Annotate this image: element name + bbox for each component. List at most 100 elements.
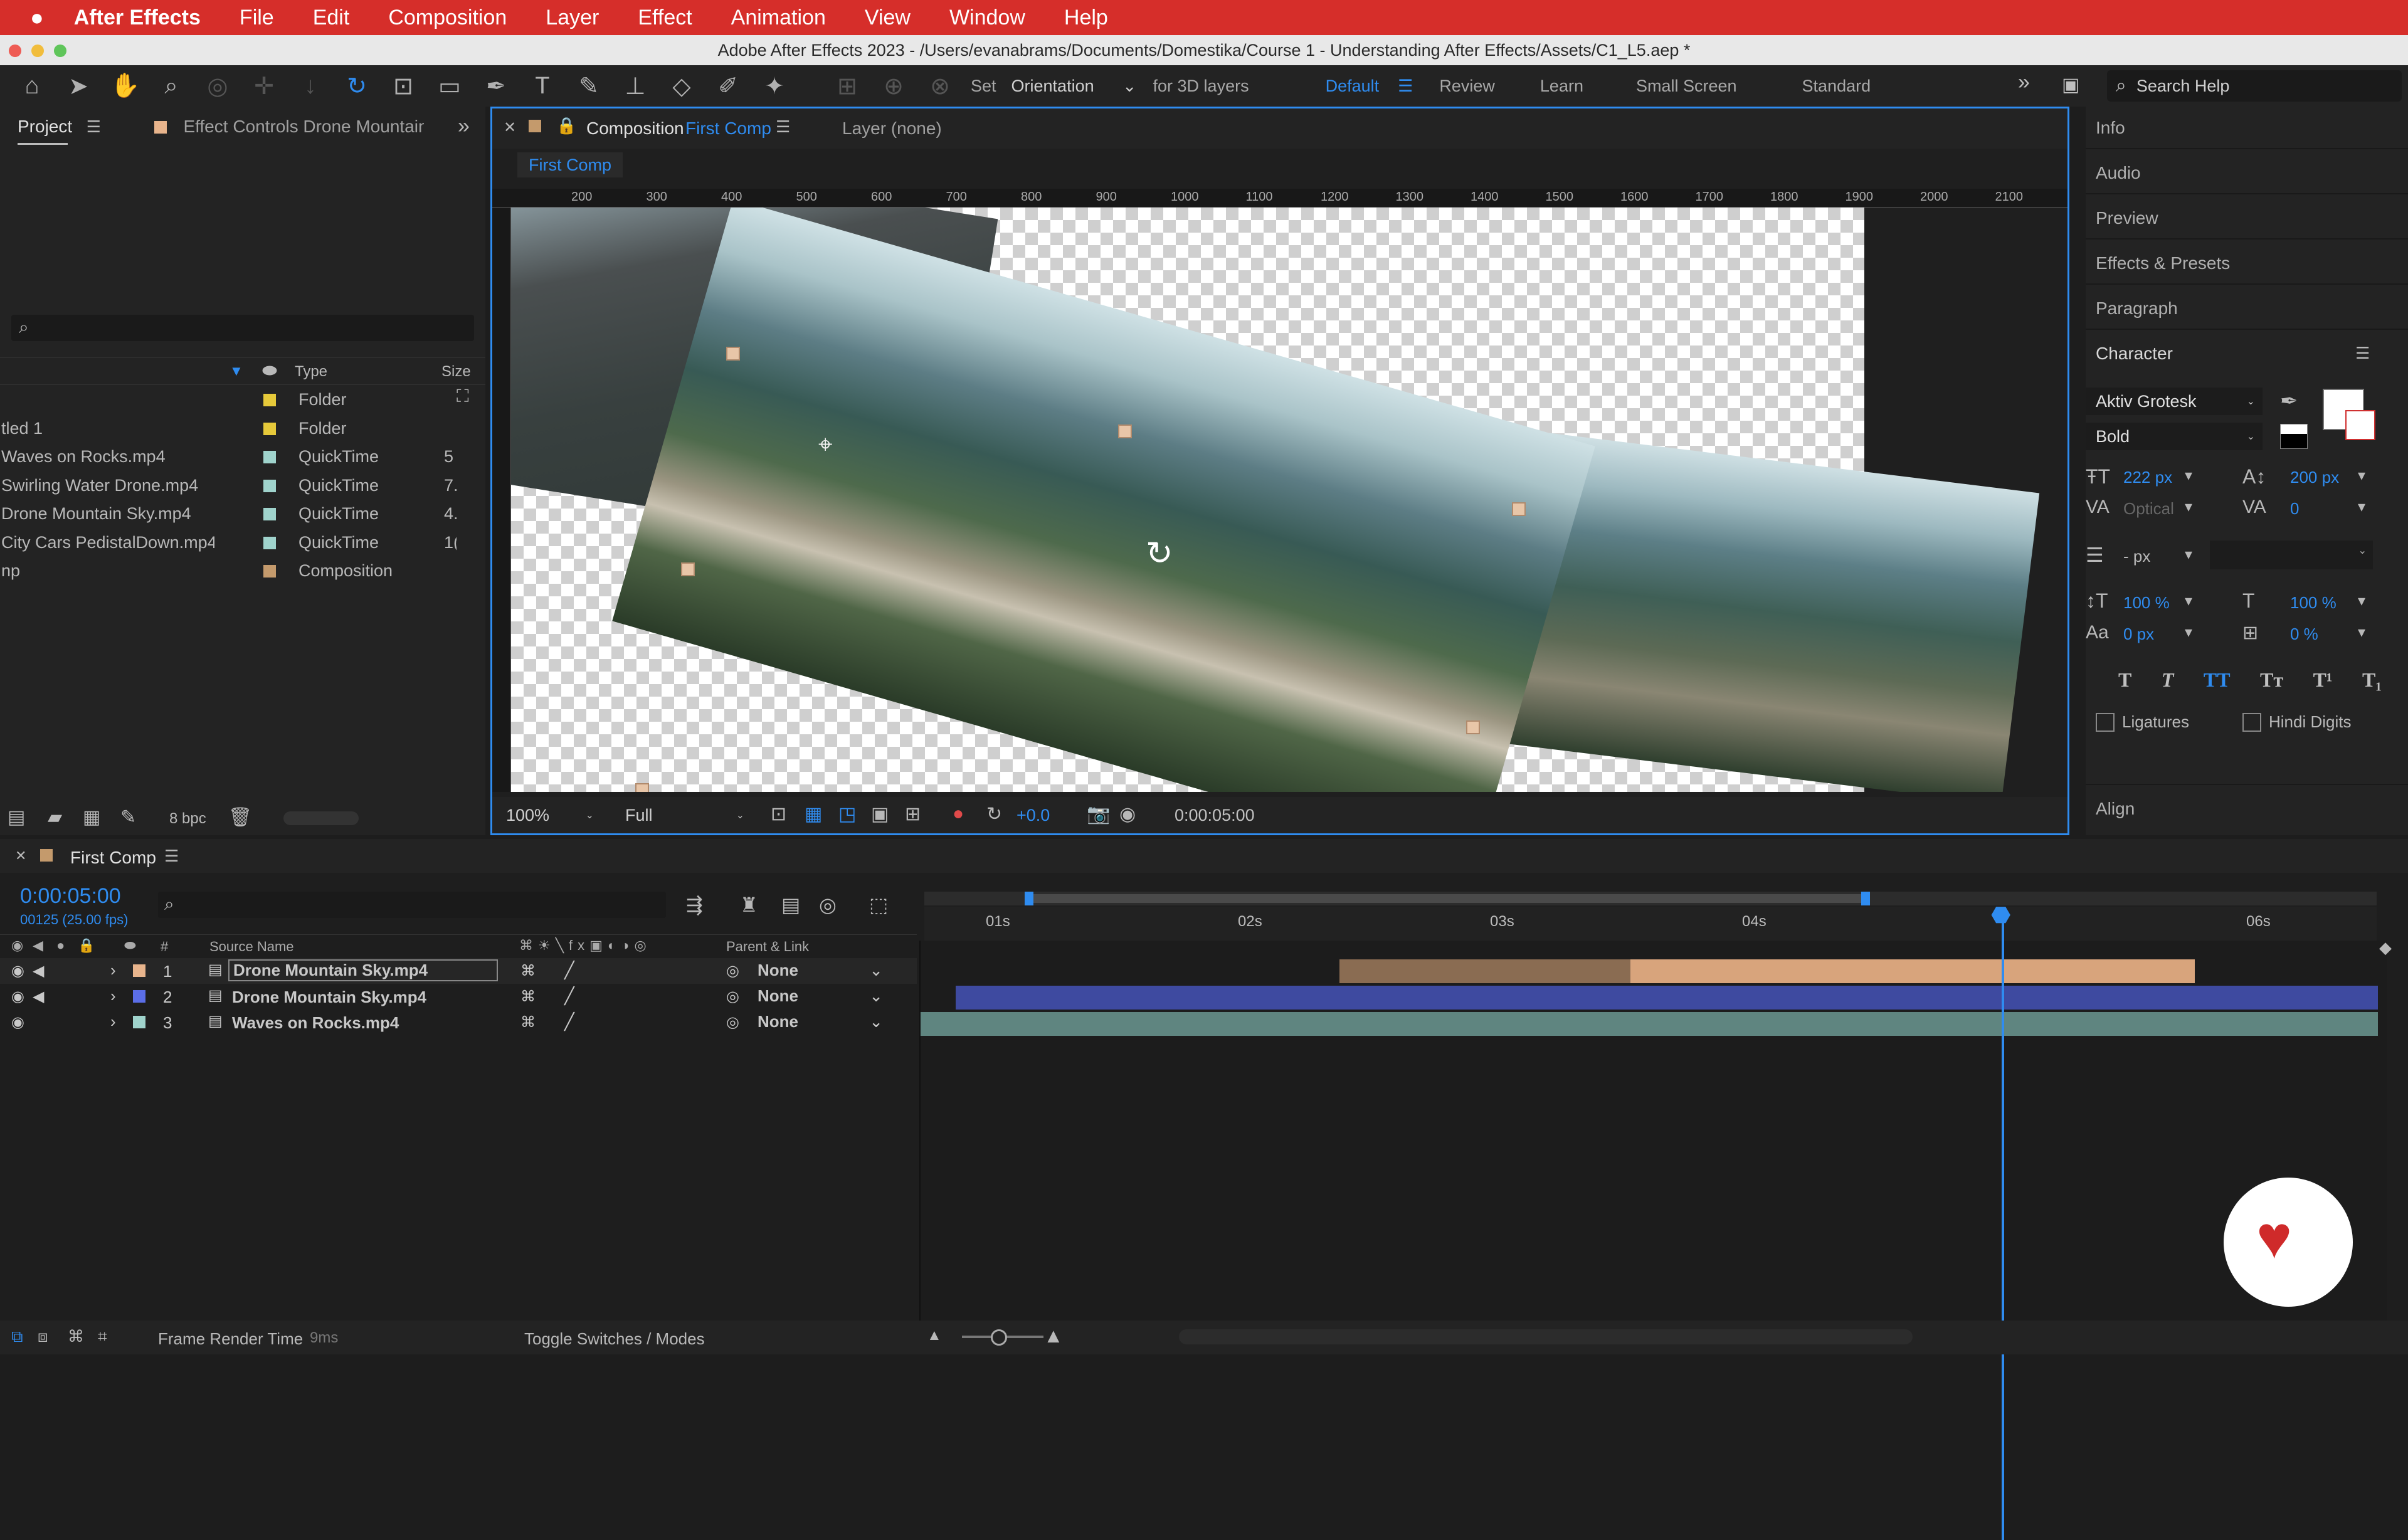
new-folder-icon[interactable]: ▰ — [48, 806, 62, 828]
parent-pickwhip-icon[interactable]: ◎ — [726, 988, 739, 1006]
chevron-down-icon[interactable]: ▾ — [2185, 592, 2192, 610]
info-panel-header[interactable]: Info — [2096, 118, 2125, 138]
faux-italic-icon[interactable]: T — [2162, 668, 2174, 692]
audio-panel-header[interactable]: Audio — [2096, 163, 2141, 183]
shy-switch-icon[interactable]: ⌘ — [520, 962, 536, 980]
frame-blending-icon[interactable]: ▤ — [781, 893, 800, 917]
menu-effect[interactable]: Effect — [638, 6, 692, 30]
source-name-header[interactable]: Source Name — [209, 939, 294, 955]
comp-tab-name[interactable]: First Comp — [685, 119, 771, 139]
font-size-value[interactable]: 222 px — [2123, 468, 2172, 487]
axis-view-icon[interactable]: ⊗ — [926, 72, 954, 100]
comp-tab-label[interactable]: Composition — [586, 119, 684, 139]
timeline-layer-row[interactable]: ◉ › 3 ▤ Waves on Rocks.mp4 ⌘ ╱ ◎ None ⌄ — [0, 1010, 917, 1035]
panel-menu-icon[interactable]: ☰ — [2355, 344, 2370, 363]
brush-tool-icon[interactable]: ✎ — [574, 72, 603, 100]
menu-file[interactable]: File — [240, 6, 274, 30]
parent-dropdown[interactable]: None ⌄ — [758, 1011, 883, 1032]
chevron-down-icon[interactable]: ▾ — [2358, 592, 2365, 610]
transform-handle-top[interactable] — [1118, 425, 1132, 438]
close-tab-icon[interactable]: ✕ — [504, 119, 516, 137]
motion-blur-icon[interactable]: ◎ — [819, 893, 837, 917]
align-panel-header[interactable]: Align — [2096, 799, 2135, 819]
pan-camera-icon[interactable]: ✛ — [250, 72, 278, 100]
menu-window[interactable]: Window — [949, 6, 1025, 30]
anchor-point-tool-icon[interactable]: ⊡ — [389, 72, 418, 100]
trash-icon[interactable]: 🗑 — [228, 806, 252, 828]
hand-tool-icon[interactable]: ✋ — [110, 72, 140, 100]
workspace-review[interactable]: Review — [1439, 76, 1495, 96]
vertical-scale-value[interactable]: 100 % — [2123, 593, 2170, 613]
project-item[interactable]: Swirling Water Drone.mp4 QuickTime 7. — [0, 472, 485, 500]
orbit-camera-icon[interactable]: ◎ — [203, 72, 232, 100]
font-family-dropdown[interactable]: Aktiv Grotesk ⌄ — [2086, 388, 2263, 415]
video-visibility-icon[interactable]: ◉ — [11, 988, 24, 1006]
baseline-shift-value[interactable]: 0 px — [2123, 625, 2154, 644]
grid-guides-icon[interactable]: ⊞ — [905, 803, 921, 825]
tsume-value[interactable]: 0 % — [2290, 625, 2318, 644]
audio-icon[interactable]: ◀ — [33, 962, 44, 980]
axis-world-icon[interactable]: ⊕ — [879, 72, 908, 100]
toggle-layer-switches-icon[interactable]: ⧉ — [11, 1327, 23, 1347]
eyedropper-icon[interactable]: ✒ — [2280, 389, 2298, 414]
stroke-width-value[interactable]: - px — [2123, 547, 2150, 566]
menu-layer[interactable]: Layer — [546, 6, 599, 30]
workspace-menu-icon[interactable]: ☰ — [1398, 76, 1413, 96]
all-caps-icon[interactable]: TT — [2204, 668, 2231, 692]
layer-source-name[interactable]: Waves on Rocks.mp4 — [232, 1013, 399, 1033]
workspace-standard[interactable]: Standard — [1802, 76, 1871, 96]
sync-settings-icon[interactable]: ▣ — [2062, 74, 2079, 96]
graph-editor-icon[interactable]: ⬚ — [869, 893, 888, 917]
home-icon[interactable]: ⌂ — [18, 73, 46, 100]
apple-icon[interactable]: ● — [30, 4, 44, 31]
toggle-transfer-controls-icon[interactable]: ⧈ — [38, 1327, 48, 1347]
timeline-comp-tab[interactable]: First Comp — [70, 848, 156, 868]
zoom-slider-thumb[interactable] — [991, 1329, 1007, 1346]
font-style-dropdown[interactable]: Bold ⌄ — [2086, 423, 2263, 450]
stroke-style-dropdown[interactable]: ⌄ — [2210, 541, 2373, 569]
playhead-handle-icon[interactable]: ⬣ — [1991, 902, 2010, 928]
rotation-tool-icon[interactable]: ↻ — [342, 72, 371, 100]
puppet-tool-icon[interactable]: ✦ — [760, 72, 789, 100]
project-item[interactable]: Folder — [0, 386, 485, 414]
magnification-dropdown[interactable]: 100% ⌄ — [506, 803, 594, 827]
project-tab[interactable]: Project ☰ — [18, 117, 101, 137]
stroke-color-swatch[interactable] — [2345, 410, 2375, 440]
work-area-end-handle[interactable] — [1861, 892, 1870, 905]
small-caps-icon[interactable]: Tт — [2260, 668, 2283, 692]
current-time-indicator[interactable] — [2002, 908, 2004, 1540]
draft-3d-icon[interactable]: ♜ — [740, 893, 758, 917]
new-composition-icon[interactable]: ▦ — [83, 806, 100, 828]
close-window-button[interactable] — [9, 45, 21, 57]
type-tool-icon[interactable]: T — [528, 73, 557, 100]
transform-handle-bottom-left[interactable] — [635, 783, 649, 792]
black-fill-swatch[interactable] — [2280, 424, 2308, 449]
interpret-footage-icon[interactable]: ▤ — [8, 806, 25, 828]
label-column-icon[interactable]: ⬬ — [262, 361, 277, 381]
chevron-down-icon[interactable]: ▾ — [2185, 498, 2192, 516]
project-item[interactable]: City Cars PedistalDown.mp4 QuickTime 1( — [0, 529, 485, 557]
leading-value[interactable]: 200 px — [2290, 468, 2339, 487]
chevron-down-icon[interactable]: ▾ — [2185, 623, 2192, 641]
expand-layer-chevron-icon[interactable]: › — [110, 986, 116, 1006]
timeline-zoom-slider[interactable] — [962, 1329, 1043, 1346]
bpc-button[interactable]: 8 bpc — [169, 810, 206, 828]
layer-2-bar[interactable] — [956, 986, 2378, 1010]
preview-panel-header[interactable]: Preview — [2096, 208, 2158, 228]
eraser-tool-icon[interactable]: ◇ — [667, 72, 696, 100]
ligatures-checkbox[interactable]: Ligatures — [2096, 712, 2189, 732]
effect-controls-tab[interactable]: Effect Controls Drone Mountain : — [154, 117, 424, 137]
toggle-render-time-icon[interactable]: ⌗ — [98, 1327, 107, 1347]
size-column-header[interactable]: Size — [441, 363, 471, 381]
timeline-current-time[interactable]: 0:00:05:00 — [20, 884, 121, 909]
timeline-layer-row[interactable]: ◉ ◀ › 2 ▤ Drone Mountain Sky.mp4 ⌘ ╱ ◎ None ⌄ — [0, 984, 917, 1010]
project-item[interactable]: np Composition — [0, 557, 485, 586]
expand-layer-chevron-icon[interactable]: › — [110, 961, 116, 980]
pen-tool-icon[interactable]: ✒ — [482, 72, 510, 100]
quality-switch-icon[interactable]: ╱ — [564, 986, 574, 1006]
zoom-tool-icon[interactable]: ⌕ — [157, 73, 186, 100]
character-panel-header[interactable]: Character — [2096, 344, 2173, 364]
kerning-value[interactable]: Optical — [2123, 499, 2174, 519]
work-area-bar[interactable] — [924, 892, 2377, 905]
dolly-camera-icon[interactable]: ↓ — [296, 73, 325, 100]
